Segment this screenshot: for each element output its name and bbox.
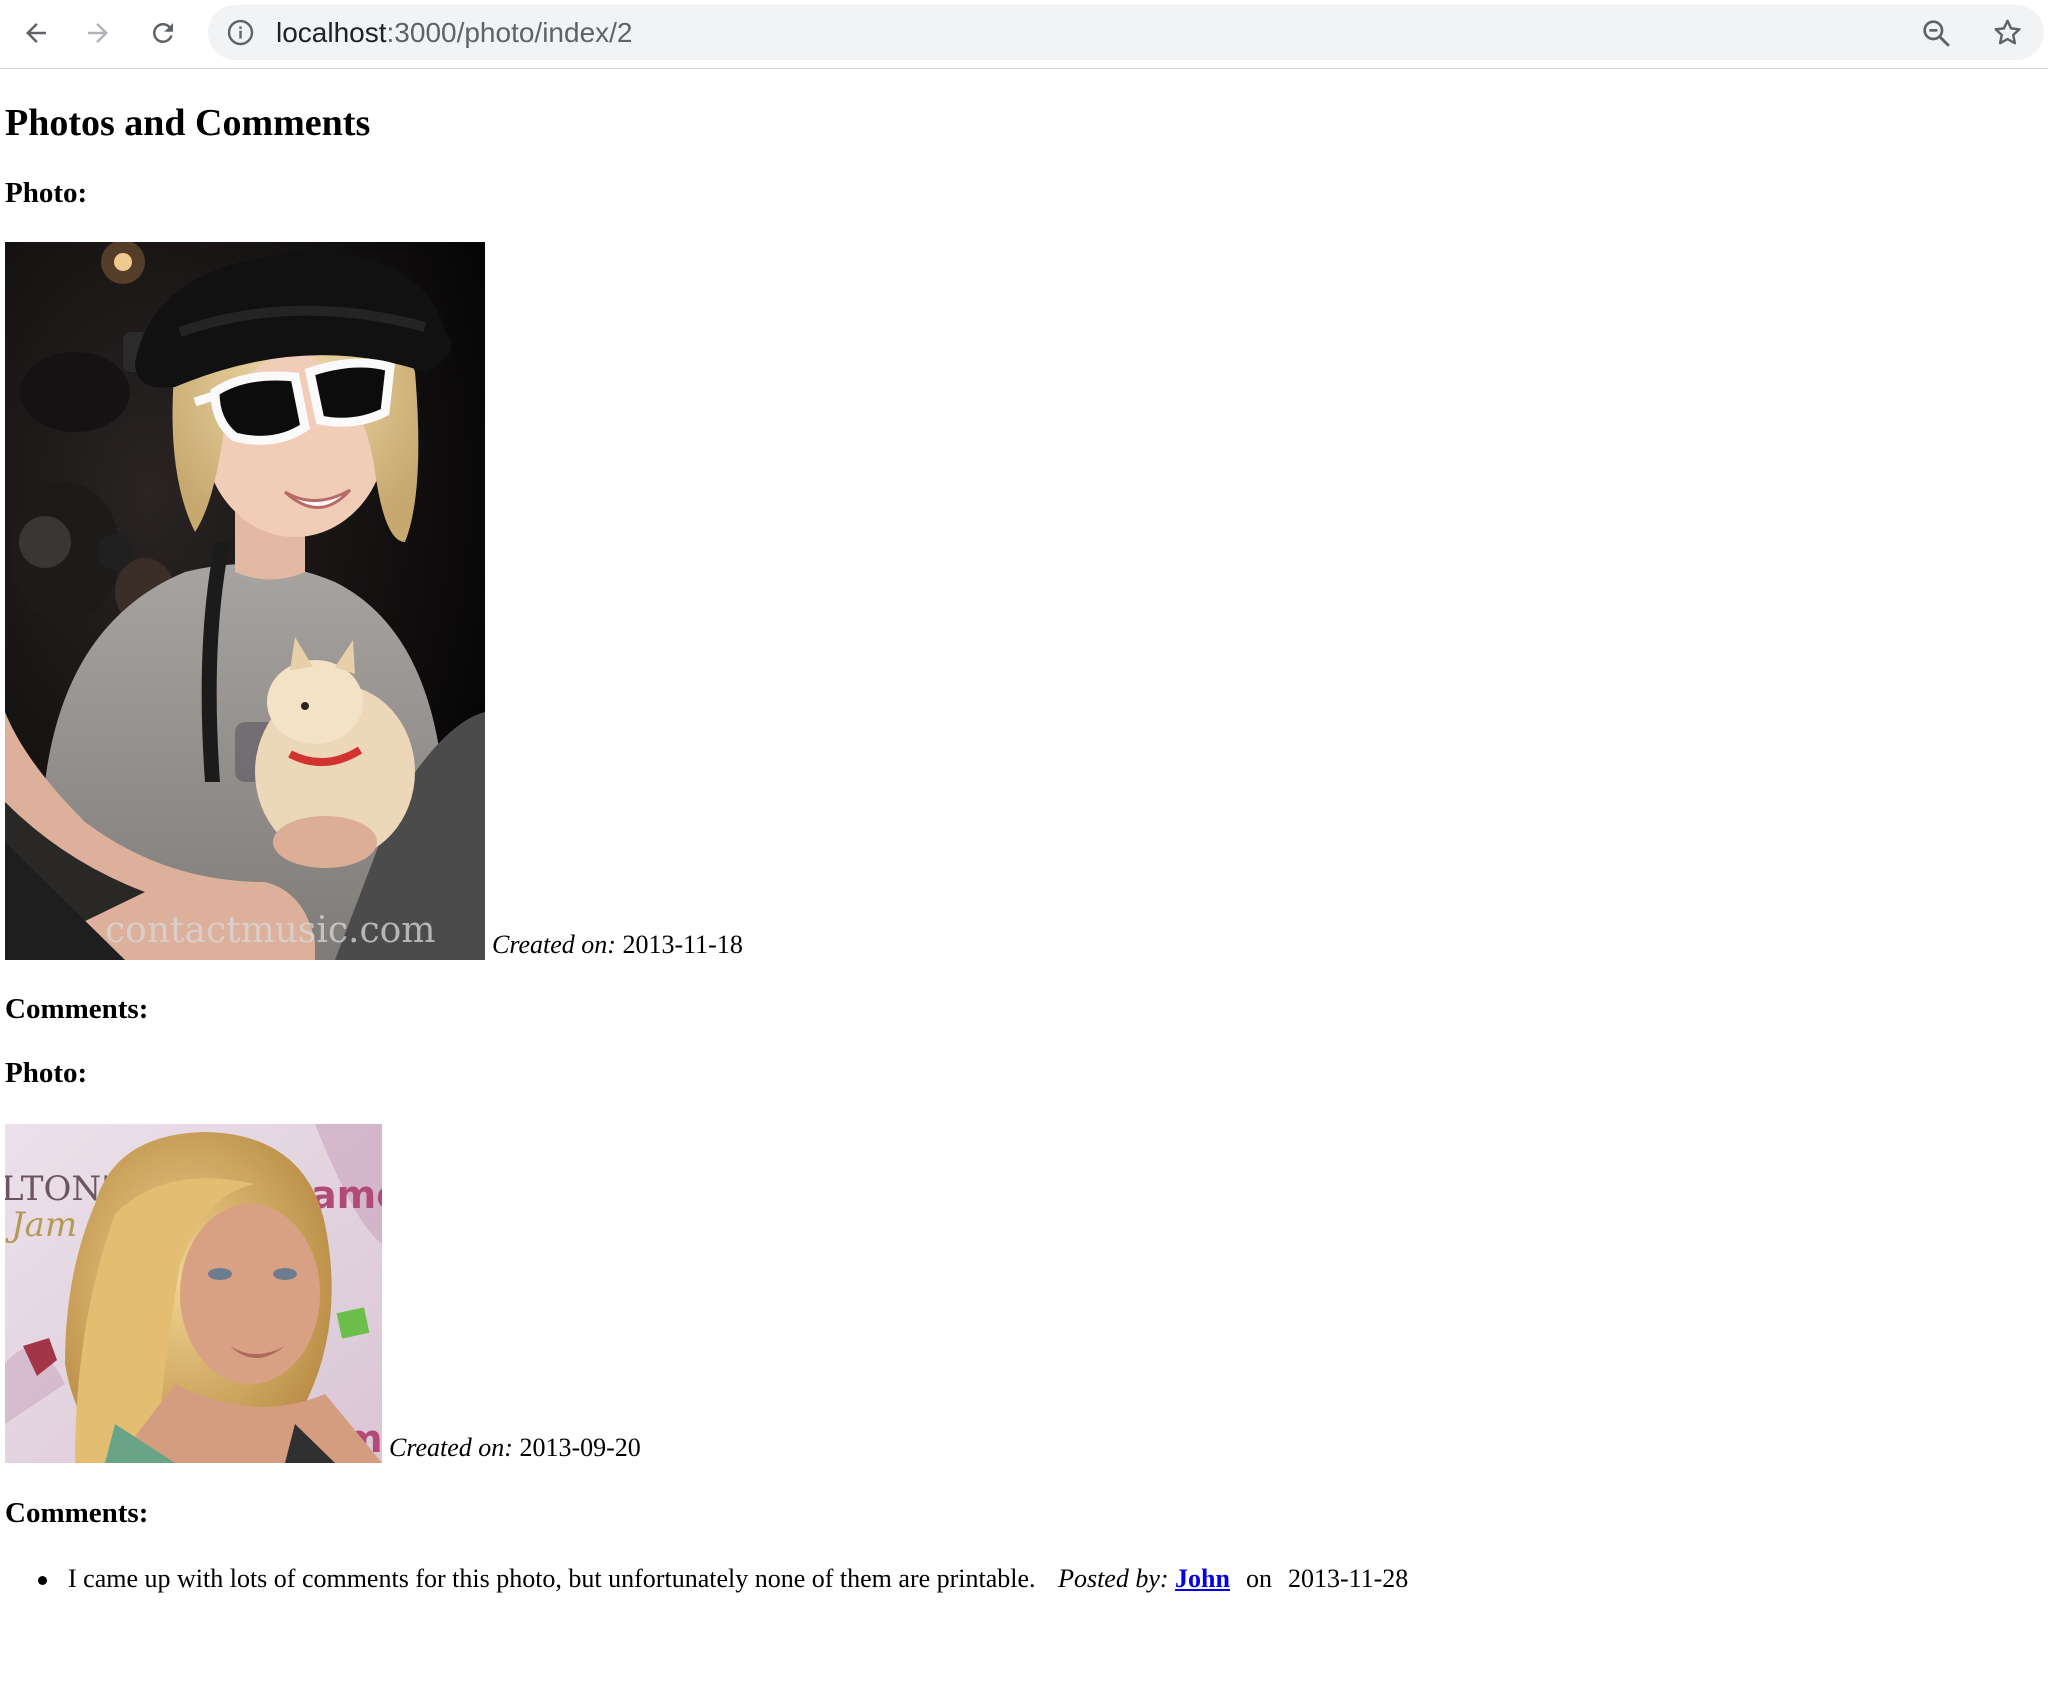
arrow-right-icon xyxy=(88,23,108,43)
on-label: on xyxy=(1245,1564,1272,1593)
comment-text: I came up with lots of comments for this… xyxy=(68,1564,1036,1593)
created-date: 2013-09-20 xyxy=(519,1433,641,1462)
url-text[interactable]: localhost:3000/photo/index/2 xyxy=(276,17,633,49)
star-icon[interactable] xyxy=(1991,16,2024,49)
reload-icon xyxy=(152,22,173,43)
browser-toolbar: localhost:3000/photo/index/2 xyxy=(0,0,2048,69)
comments-heading: Comments: xyxy=(5,993,149,1025)
comment-author-link[interactable]: John xyxy=(1175,1564,1230,1593)
photo-image: LTON'S Jam amo m xyxy=(5,1124,382,1463)
bullet-icon xyxy=(38,1576,47,1585)
arrow-left-icon xyxy=(26,23,46,43)
photo-created: Created on: 2013-11-18 xyxy=(492,932,743,960)
comment-date: 2013-11-28 xyxy=(1287,1564,1409,1593)
photo-heading: Photo: xyxy=(5,1057,88,1089)
photo-1-image: contactmusic.com xyxy=(5,242,485,960)
backdrop-text: amo xyxy=(311,1173,382,1217)
photo-entry: LTON'S Jam amo m xyxy=(5,1124,641,1463)
photo-entry: contactmusic.com Created on: 2013-11-18 xyxy=(5,242,743,960)
photo-heading: Photo: xyxy=(5,177,88,209)
posted-by-label: Posted by: xyxy=(1058,1564,1169,1593)
forward-button[interactable] xyxy=(75,10,121,56)
url-path: :3000/photo/index/2 xyxy=(386,17,633,48)
photo-created: Created on: 2013-09-20 xyxy=(389,1435,641,1463)
address-bar[interactable]: localhost:3000/photo/index/2 xyxy=(208,5,2044,60)
photo-watermark: contactmusic.com xyxy=(105,910,435,951)
back-button[interactable] xyxy=(13,10,59,56)
created-label: Created on: xyxy=(389,1433,513,1462)
created-label: Created on: xyxy=(492,930,616,959)
page-title: Photos and Comments xyxy=(5,102,371,144)
zoom-out-icon[interactable] xyxy=(1920,17,1952,49)
comment-list: I came up with lots of comments for this… xyxy=(5,1564,1408,1594)
reload-button[interactable] xyxy=(140,10,186,56)
info-icon[interactable] xyxy=(226,18,255,47)
url-host: localhost xyxy=(276,17,387,48)
photo-2-image: LTON'S Jam amo m xyxy=(5,1124,382,1463)
comments-heading: Comments: xyxy=(5,1497,149,1529)
created-date: 2013-11-18 xyxy=(622,930,743,959)
list-item: I came up with lots of comments for this… xyxy=(5,1564,1408,1594)
backdrop-text: Jam xyxy=(5,1205,77,1245)
photo-image: contactmusic.com xyxy=(5,242,485,960)
